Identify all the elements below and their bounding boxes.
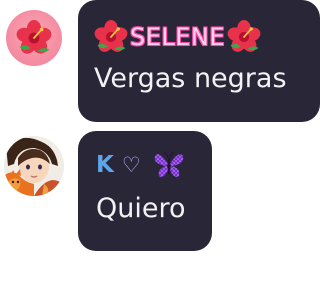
- chat-log: SELENE Vergas negras K ♡ Quiero: [0, 0, 320, 305]
- message-item: K ♡ Quiero: [0, 128, 320, 253]
- butterfly-icon: [154, 151, 183, 178]
- username[interactable]: SELENE: [94, 20, 261, 54]
- username-text: SELENE: [130, 23, 226, 51]
- username-letter: K: [96, 152, 114, 178]
- hibiscus-icon: [227, 20, 261, 54]
- avatar[interactable]: [6, 10, 62, 66]
- avatar[interactable]: [4, 136, 64, 196]
- message-text: Vergas negras: [94, 63, 287, 94]
- hibiscus-icon: [94, 20, 128, 54]
- message-text: Quiero: [96, 193, 186, 224]
- username[interactable]: K ♡: [96, 147, 185, 183]
- message-item: SELENE Vergas negras: [0, 0, 320, 125]
- message-bubble: K ♡ Quiero: [78, 131, 212, 251]
- anime-character-avatar-icon: [4, 136, 64, 196]
- message-bubble: SELENE Vergas negras: [78, 0, 320, 122]
- heart-icon: ♡: [121, 153, 141, 177]
- hibiscus-icon: [16, 20, 52, 56]
